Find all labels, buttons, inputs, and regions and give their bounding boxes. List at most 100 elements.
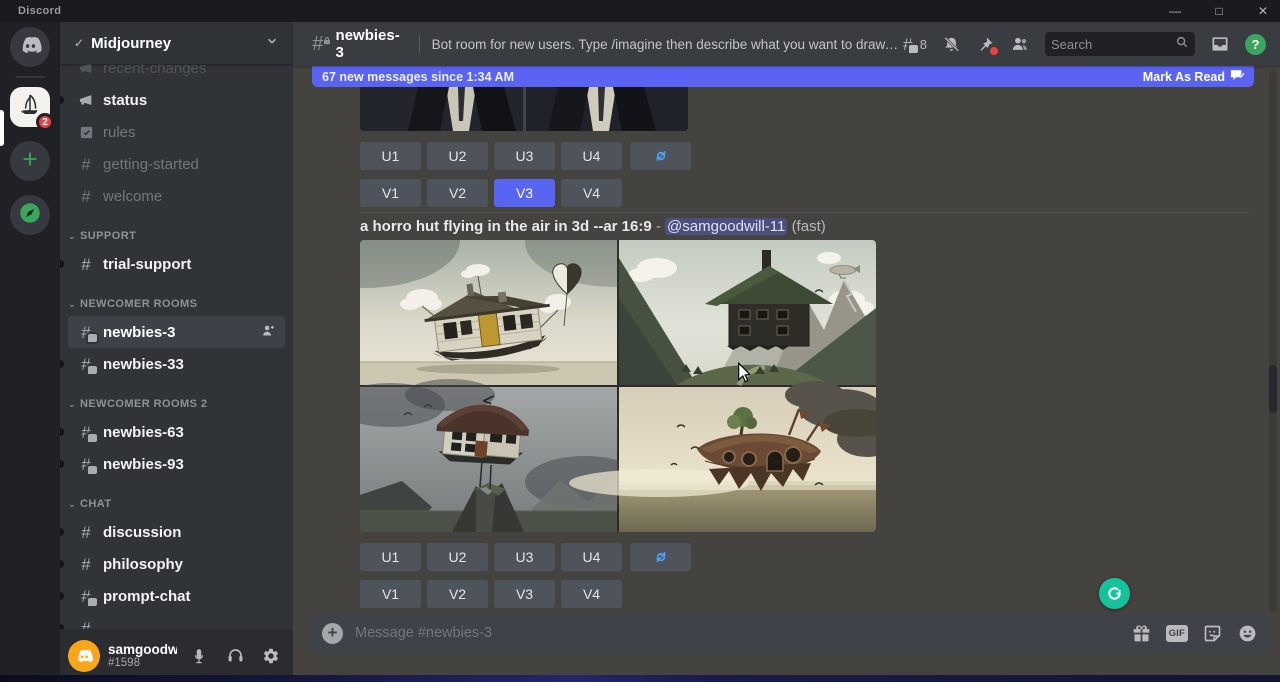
sidebar-item-prompt-chat[interactable]: # prompt-chat [68, 580, 285, 612]
new-messages-banner[interactable]: 67 new messages since 1:34 AM Mark As Re… [312, 66, 1254, 87]
mic-button[interactable] [185, 642, 213, 670]
component-button-u3[interactable]: U3 [494, 543, 555, 571]
scrollbar-thumb[interactable] [1269, 365, 1277, 413]
previous-generation-image[interactable] [360, 87, 688, 131]
maximize-button[interactable]: □ [1210, 2, 1228, 20]
sidebar-item-newbies-3[interactable]: # newbies-3 [68, 316, 285, 348]
upscale-row-msg1: U1U2U3U4 [360, 142, 622, 170]
component-button-v3[interactable]: V3 [494, 179, 555, 207]
component-button-u1[interactable]: U1 [360, 142, 421, 170]
headphones-button[interactable] [221, 642, 249, 670]
search-input[interactable] [1051, 37, 1175, 52]
reroll-msg2 [630, 543, 691, 571]
generated-image-1[interactable] [360, 240, 617, 385]
component-button-v2[interactable]: V2 [427, 580, 488, 608]
notifications-muted-button[interactable] [942, 35, 961, 54]
home-button[interactable] [10, 27, 50, 67]
help-button[interactable]: ? [1245, 34, 1266, 55]
component-button-v4[interactable]: V4 [561, 179, 622, 207]
upscale-row-msg2: U1U2U3U4 [360, 543, 622, 571]
search-icon [1175, 35, 1189, 54]
user-discriminator: #1598 [108, 657, 177, 669]
verified-check-icon: ✓ [74, 36, 84, 50]
component-button-v1[interactable]: V1 [360, 179, 421, 207]
sidebar-item-trial-support[interactable]: # trial-support [68, 248, 285, 280]
user-avatar[interactable] [68, 640, 100, 672]
component-button-v4[interactable]: V4 [561, 580, 622, 608]
sidebar-item-status[interactable]: status [68, 84, 285, 116]
member-list-button[interactable] [1010, 34, 1030, 54]
generation-grid[interactable] [360, 240, 876, 532]
grammarly-badge[interactable] [1099, 578, 1130, 609]
selected-server-pill [0, 110, 4, 146]
sidebar-item-newbies-33[interactable]: # newbies-33 [68, 348, 285, 380]
sticker-icon[interactable] [1202, 623, 1223, 644]
component-button-u3[interactable]: U3 [494, 142, 555, 170]
emoji-icon[interactable] [1237, 623, 1258, 644]
channel-icon: # [76, 554, 96, 574]
component-button-u2[interactable]: U2 [427, 142, 488, 170]
sidebar-item-getting-started[interactable]: # getting-started [68, 148, 285, 180]
channel-icon: # [76, 154, 96, 174]
mark-as-read-button[interactable]: Mark As Read [1143, 69, 1244, 85]
channel-icon [76, 90, 96, 110]
component-button-v1[interactable]: V1 [360, 580, 421, 608]
generated-image-4[interactable] [619, 387, 876, 532]
chat-area: # newbies-3 Bot room for new users. Type… [293, 22, 1280, 682]
category-chevron-icon: ⌄ [68, 299, 76, 310]
reroll-button[interactable] [630, 543, 691, 571]
category-newcomer-rooms[interactable]: ⌄ NEWCOMER ROOMS [68, 292, 285, 316]
server-icon-midjourney[interactable]: 2 [10, 87, 50, 127]
header-divider [419, 34, 420, 54]
sidebar-item-newbies-93[interactable]: # newbies-93 [68, 448, 285, 480]
generated-image-2[interactable] [619, 240, 876, 385]
component-button-u4[interactable]: U4 [561, 543, 622, 571]
component-button-u2[interactable]: U2 [427, 543, 488, 571]
gif-picker-button[interactable]: GIF [1166, 625, 1188, 642]
server-header[interactable]: ✓ Midjourney [60, 22, 293, 64]
component-button-u4[interactable]: U4 [561, 142, 622, 170]
channel-icon: # [76, 254, 96, 274]
hash-lock-icon: # [307, 34, 329, 55]
sidebar-item-recent-changes[interactable]: recent-changes [68, 64, 285, 84]
close-button[interactable]: ✕ [1254, 2, 1272, 20]
add-server-button[interactable] [10, 141, 50, 181]
sidebar-item-philosophy[interactable]: # philosophy [68, 548, 285, 580]
username: samgoodw... [108, 642, 177, 657]
component-button-v2[interactable]: V2 [427, 179, 488, 207]
channel-icon: # [76, 618, 96, 629]
explore-servers-button[interactable] [10, 195, 50, 235]
pin-alert-dot [990, 47, 998, 55]
category-support[interactable]: ⌄ SUPPORT [68, 224, 285, 248]
component-button-v3[interactable]: V3 [494, 580, 555, 608]
chevron-down-icon [265, 34, 279, 53]
category-newcomer-rooms-2[interactable]: ⌄ NEWCOMER ROOMS 2 [68, 392, 285, 416]
threads-button[interactable]: # 8 [899, 35, 927, 53]
sidebar-item-clipped[interactable]: # [68, 612, 285, 629]
attach-plus-icon[interactable]: + [322, 623, 343, 644]
background-window-strip [0, 675, 1280, 682]
sidebar-item-welcome[interactable]: # welcome [68, 180, 285, 212]
channel-icon [76, 64, 96, 78]
sidebar-item-discussion[interactable]: # discussion [68, 516, 285, 548]
minimize-button[interactable]: — [1166, 2, 1184, 20]
new-messages-text: 67 new messages since 1:34 AM [322, 70, 1143, 84]
settings-gear-button[interactable] [257, 642, 285, 670]
inbox-button[interactable] [1210, 34, 1230, 54]
server-unread-badge: 2 [36, 113, 54, 131]
sidebar-item-rules[interactable]: rules [68, 116, 285, 148]
pinned-messages-button[interactable] [976, 35, 995, 54]
sidebar-item-newbies-63[interactable]: # newbies-63 [68, 416, 285, 448]
channel-name: newbies-3 [336, 27, 407, 61]
channel-topic[interactable]: Bot room for new users. Type /imagine th… [432, 37, 899, 52]
component-button-u1[interactable]: U1 [360, 543, 421, 571]
channel-icon: # [76, 522, 96, 542]
category-chat[interactable]: ⌄ CHAT [68, 492, 285, 516]
message-input[interactable] [355, 625, 1119, 641]
reroll-button[interactable] [630, 142, 691, 170]
generated-image-3[interactable] [360, 387, 617, 532]
create-invite-icon[interactable] [260, 322, 277, 343]
gift-icon[interactable] [1131, 623, 1152, 644]
category-chevron-icon: ⌄ [68, 499, 76, 510]
user-mention[interactable]: @samgoodwill-11 [665, 218, 787, 235]
